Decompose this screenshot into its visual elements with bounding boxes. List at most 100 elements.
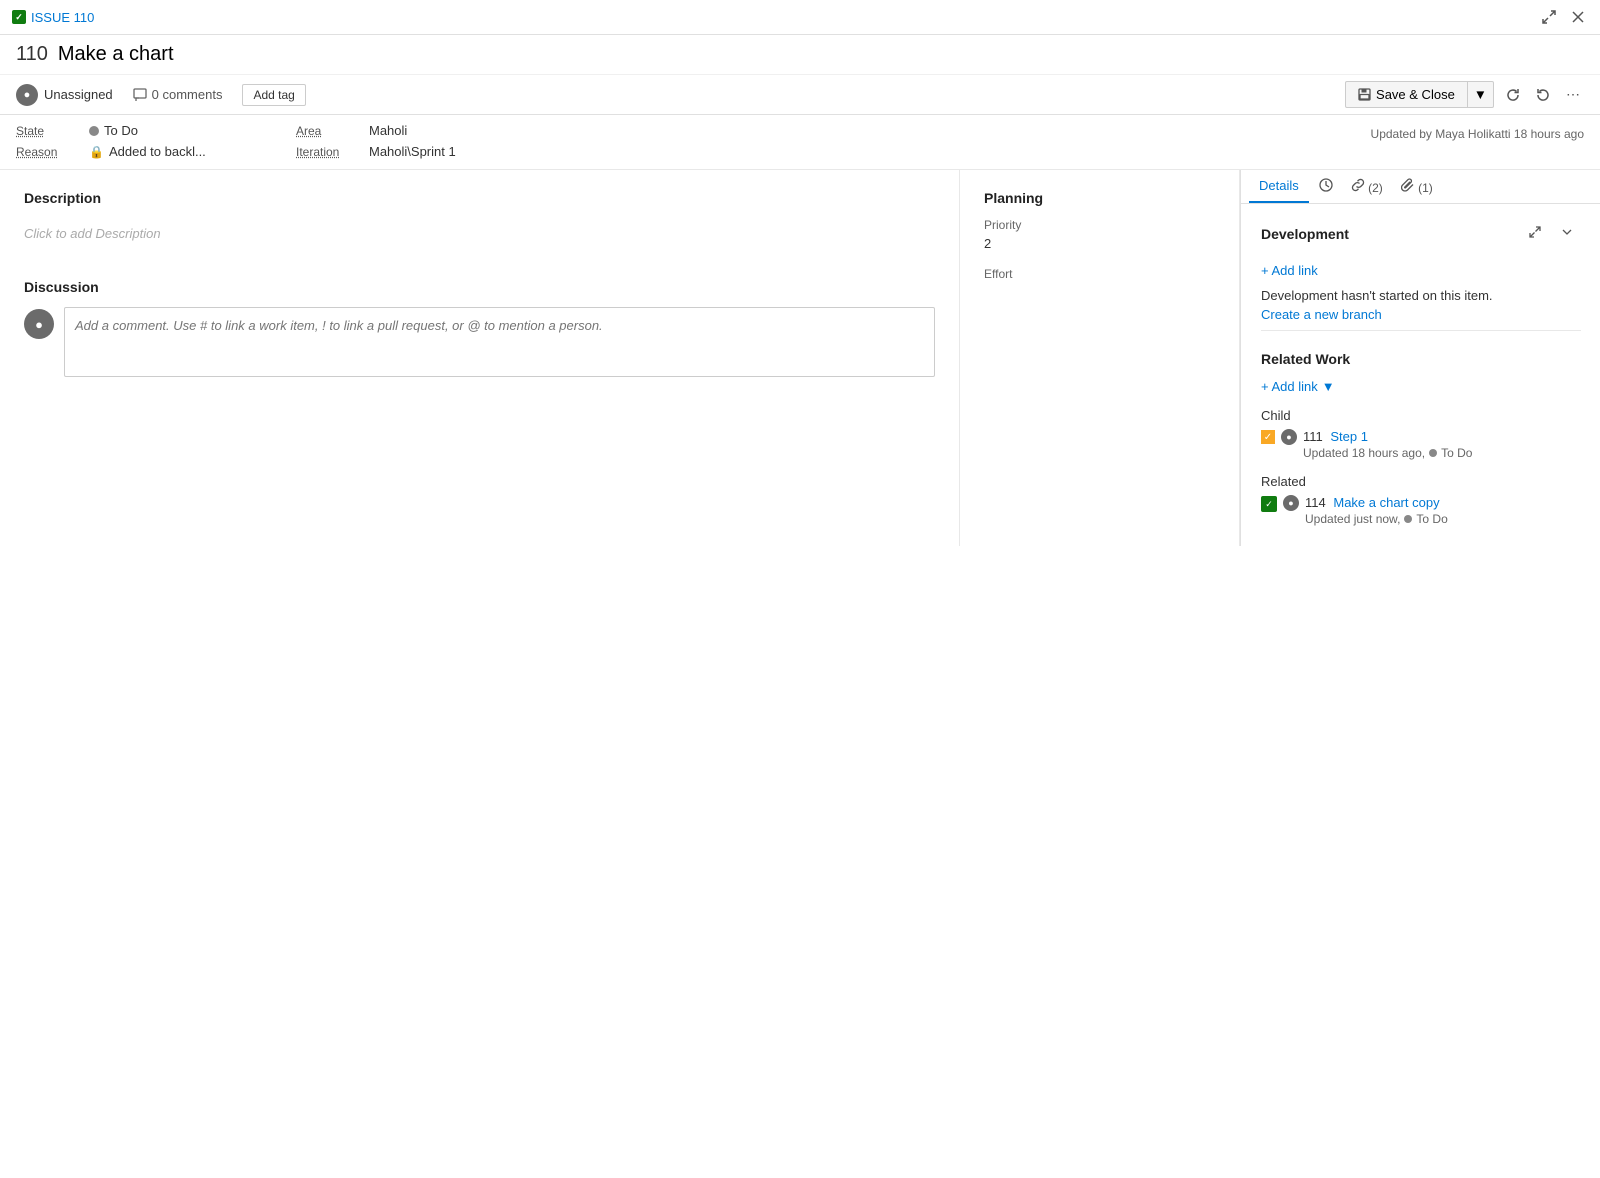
related-work-section: Related Work + Add link ▼ Child ✓ ● 111 … xyxy=(1261,351,1581,526)
discussion-section: Discussion ● xyxy=(24,279,935,377)
top-bar: ✓ ISSUE 110 xyxy=(0,0,1600,35)
commenter-avatar: ● xyxy=(24,309,54,339)
reason-label: Reason xyxy=(16,145,81,159)
left-panel: Description Click to add Description Dis… xyxy=(0,170,960,546)
child-item-checkbox-0[interactable]: ✓ xyxy=(1261,430,1275,444)
state-label: State xyxy=(16,124,81,138)
development-title: Development xyxy=(1261,226,1349,242)
save-close-main-button[interactable]: Save & Close xyxy=(1346,82,1467,107)
content-area: Description Click to add Description Dis… xyxy=(0,170,1600,546)
child-item-info-0: 111 Step 1 Updated 18 hours ago, To Do xyxy=(1303,429,1472,460)
meta-row: ● Unassigned 0 comments Add tag Save & C… xyxy=(0,75,1600,115)
tab-attachments-button[interactable]: (1) xyxy=(1393,172,1441,201)
priority-label: Priority xyxy=(984,218,1215,232)
state-row: State To Do xyxy=(16,123,256,138)
iteration-row: Iteration Maholi\Sprint 1 xyxy=(296,144,456,159)
area-fields: Area Maholi Iteration Maholi\Sprint 1 xyxy=(296,123,456,159)
child-item-0: ✓ ● 111 Step 1 Updated 18 hours ago, To … xyxy=(1261,429,1581,460)
related-item-id-0: 114 xyxy=(1305,495,1326,510)
right-tabs: Details (2) (1) xyxy=(1241,170,1600,204)
work-item-number: 110 xyxy=(16,43,48,66)
expand-button[interactable] xyxy=(1538,6,1560,28)
state-value[interactable]: To Do xyxy=(89,123,138,138)
tab-links-button[interactable]: (2) xyxy=(1343,172,1391,201)
comment-input[interactable] xyxy=(64,307,935,377)
issue-type-icon: ✓ xyxy=(12,10,26,24)
comments-button[interactable]: 0 comments xyxy=(133,87,223,102)
tab-details[interactable]: Details xyxy=(1249,170,1309,203)
development-header-actions xyxy=(1521,220,1581,247)
lock-icon: 🔒 xyxy=(89,145,104,159)
reason-row: Reason 🔒 Added to backl... xyxy=(16,144,256,159)
meta-right: Save & Close ▼ ⋯ xyxy=(1345,81,1584,108)
development-collapse-button[interactable] xyxy=(1553,220,1581,247)
area-value[interactable]: Maholi xyxy=(369,123,407,138)
state-dot xyxy=(89,126,99,136)
effort-label: Effort xyxy=(984,267,1215,281)
save-close-dropdown-button[interactable]: ▼ xyxy=(1467,82,1493,107)
related-item-0: ✓ ● 114 Make a chart copy Updated just n… xyxy=(1261,495,1581,526)
add-link-chevron-icon: ▼ xyxy=(1322,379,1335,394)
development-expand-button[interactable] xyxy=(1521,220,1549,247)
related-work-add-link-button[interactable]: + Add link ▼ xyxy=(1261,377,1335,396)
undo-button[interactable] xyxy=(1532,84,1554,106)
left-middle-area: Description Click to add Description Dis… xyxy=(0,170,1240,546)
area-row: Area Maholi xyxy=(296,123,456,138)
divider-1 xyxy=(1261,330,1581,331)
related-item-info-0: 114 Make a chart copy Updated just now, … xyxy=(1305,495,1448,526)
related-item-title-link-0[interactable]: Make a chart copy xyxy=(1333,495,1439,510)
save-close-button[interactable]: Save & Close ▼ xyxy=(1345,81,1494,108)
reason-value[interactable]: 🔒 Added to backl... xyxy=(89,144,206,159)
development-add-link-button[interactable]: + Add link xyxy=(1261,261,1318,280)
priority-field: Priority 2 xyxy=(984,218,1215,251)
related-item-type-icon-0: ✓ xyxy=(1261,496,1277,512)
priority-value[interactable]: 2 xyxy=(984,236,1215,251)
child-item-id-0: 111 xyxy=(1303,429,1323,444)
comments-count: 0 comments xyxy=(152,87,223,102)
related-label: Related xyxy=(1261,474,1581,489)
add-tag-button[interactable]: Add tag xyxy=(242,84,305,106)
top-bar-actions xyxy=(1538,6,1588,28)
attachments-badge: (1) xyxy=(1418,181,1433,195)
right-panel: Development xyxy=(1241,204,1600,546)
updated-info: Updated by Maya Holikatti 18 hours ago xyxy=(1371,123,1584,141)
create-branch-link[interactable]: Create a new branch xyxy=(1261,307,1382,322)
iteration-label: Iteration xyxy=(296,145,361,159)
issue-link-label: ISSUE 110 xyxy=(31,10,94,25)
child-label: Child xyxy=(1261,408,1581,423)
refresh-button[interactable] xyxy=(1502,84,1524,106)
child-item-link-row-0: 111 Step 1 xyxy=(1303,429,1472,444)
state-fields: State To Do Reason 🔒 Added to backl... xyxy=(16,123,256,159)
planning-title: Planning xyxy=(984,190,1215,206)
middle-panel: Planning Priority 2 Effort xyxy=(960,170,1240,546)
area-label: Area xyxy=(296,124,361,138)
child-item-meta-0: Updated 18 hours ago, To Do xyxy=(1303,446,1472,460)
close-button[interactable] xyxy=(1568,7,1588,27)
tab-history-button[interactable] xyxy=(1311,172,1341,201)
child-item-title-link-0[interactable]: Step 1 xyxy=(1330,429,1368,444)
related-item-status-dot-0 xyxy=(1404,515,1412,523)
assignee-label: Unassigned xyxy=(44,87,113,102)
related-item-meta-0: Updated just now, To Do xyxy=(1305,512,1448,526)
related-item-person-icon-0: ● xyxy=(1283,495,1299,511)
description-title: Description xyxy=(24,190,935,206)
more-actions-button[interactable]: ⋯ xyxy=(1562,82,1584,107)
work-item-title[interactable]: Make a chart xyxy=(58,43,174,66)
development-status-text: Development hasn't started on this item. xyxy=(1261,288,1581,303)
fields-row: State To Do Reason 🔒 Added to backl... A… xyxy=(0,115,1600,170)
development-header: Development xyxy=(1261,220,1581,247)
description-placeholder[interactable]: Click to add Description xyxy=(24,218,935,249)
right-section: Details (2) (1) xyxy=(1240,170,1600,546)
discussion-title: Discussion xyxy=(24,279,935,295)
iteration-value[interactable]: Maholi\Sprint 1 xyxy=(369,144,456,159)
child-item-type-icon-0: ● xyxy=(1281,429,1297,445)
related-work-title: Related Work xyxy=(1261,351,1581,367)
comment-area: ● xyxy=(24,307,935,377)
issue-link[interactable]: ✓ ISSUE 110 xyxy=(12,10,94,25)
title-row: 110 Make a chart xyxy=(0,35,1600,75)
related-item-link-row-0: 114 Make a chart copy xyxy=(1305,495,1448,510)
save-close-label: Save & Close xyxy=(1376,87,1455,102)
links-badge: (2) xyxy=(1368,181,1383,195)
avatar: ● xyxy=(16,84,38,106)
assignee-section[interactable]: ● Unassigned xyxy=(16,84,113,106)
